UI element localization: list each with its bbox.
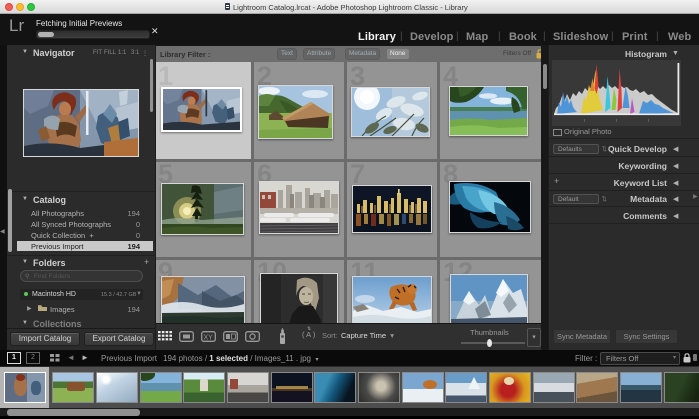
svg-text:XY: XY [204,335,214,342]
